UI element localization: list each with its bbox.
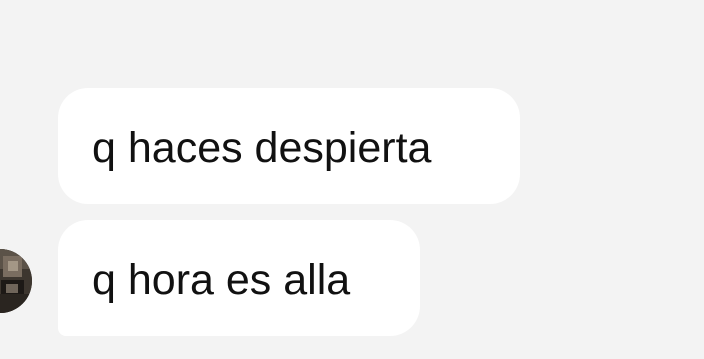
message-bubble[interactable]: q haces despierta [58, 88, 520, 204]
avatar[interactable] [0, 249, 32, 313]
message-text: q haces despierta [92, 123, 432, 172]
message-bubble[interactable]: q hora es alla [58, 220, 420, 336]
message-text: q hora es alla [92, 255, 351, 304]
chat-thread: q haces despierta q hora es alla [0, 0, 704, 359]
profile-photo-icon [0, 249, 32, 313]
